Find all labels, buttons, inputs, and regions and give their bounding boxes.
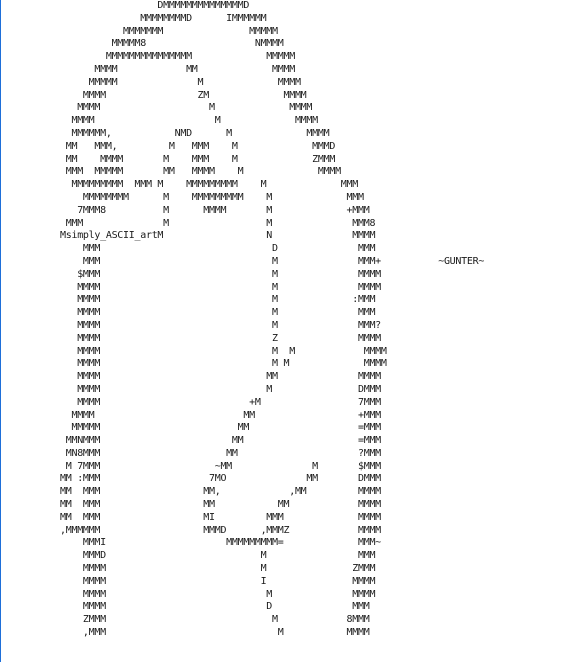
ascii-art-line: MMMD M MMM	[60, 550, 376, 562]
ascii-art-line: MMMM M ZMMM	[60, 563, 376, 575]
ascii-art-line: MMNMMM MM =MMM	[60, 435, 381, 447]
ascii-art-line: MMM D MMM	[60, 243, 376, 255]
ascii-art-line: MMMM M :MMM	[60, 294, 376, 306]
ascii-art-line: MMMM Z MMMM	[60, 332, 381, 344]
ascii-art-line: MMMMMMMMMMMMMMM MMMMM	[60, 51, 295, 63]
ascii-art-line: MMMMMM, NMD M MMMM	[60, 127, 330, 139]
ascii-art-line: MMMM M MMMM	[60, 102, 313, 114]
ascii-art-line: MMMM M MMMM	[60, 115, 318, 127]
ascii-art: DMMMMMMMMMMMMMMD MMMMMMMMD IMMMMMM MMMMM…	[60, 0, 484, 640]
ascii-art-line: MMMMM8 NMMMM	[60, 38, 284, 50]
ascii-art-line: MMMM M MMMM	[60, 281, 381, 293]
ascii-art-line: MN8MMM MM ?MMM	[60, 447, 381, 459]
ascii-art-line: $MMM M MMMM	[60, 268, 381, 280]
ascii-art-line: MMMM M DMMM	[60, 383, 381, 395]
ascii-art-line: MM :MMM 7MO MM DMMM	[60, 473, 381, 485]
ascii-art-line: MM MMM MM MM MMMM	[60, 499, 381, 511]
ascii-art-line: MMMM MM MMMM	[60, 63, 295, 75]
ascii-art-line: MMM MMMMM MM MMMM M MMMM	[60, 166, 341, 178]
ascii-art-line: ,MMMMMM MMMD ,MMMZ MMMM	[60, 524, 381, 536]
ascii-art-line: MMMM MM MMMM	[60, 371, 381, 383]
ascii-art-line: MMMI MMMMMMMMM= MMM~	[60, 537, 381, 549]
ascii-art-line: MMMMMMMMD IMMMMMM	[60, 12, 267, 24]
ascii-art-line: MM MMM MI MMM MMMM	[60, 511, 381, 523]
ascii-art-line: MMM M M MMM8	[60, 217, 376, 229]
ascii-art-line: M 7MMM ~MM M $MMM	[60, 460, 381, 472]
ascii-art-line: ,MMM M MMMM	[60, 627, 370, 639]
ascii-art-line: Msimply_ASCII_artM N MMMM	[60, 230, 376, 242]
ascii-art-line: MMMM ZM MMMM	[60, 89, 307, 101]
ascii-art-line: MMMM I MMMM	[60, 575, 376, 587]
ascii-art-line: 7MMM8 M MMMM M +MMM	[60, 204, 370, 216]
ascii-art-line: MMMM D MMM	[60, 601, 370, 613]
ascii-art-line: MM MMM MM, ,MM MMMM	[60, 486, 381, 498]
ascii-art-line: MMMM M M MMMM	[60, 345, 387, 357]
ascii-art-line: MMMMM M MMMM	[60, 76, 301, 88]
ascii-art-line: MM MMM, M MMM M MMMD	[60, 140, 336, 152]
ascii-art-line: MMMM +M 7MMM	[60, 396, 381, 408]
ascii-art-line: MMMM M M MMMM	[60, 358, 387, 370]
ascii-art-line: MMMM MM +MMM	[60, 409, 381, 421]
ascii-art-line: MMMMMMMM M MMMMMMMMM M MMM	[60, 191, 364, 203]
ascii-art-line: ZMMM M 8MMM	[60, 614, 370, 626]
ascii-art-line: MMMM M MMMM	[60, 588, 376, 600]
ascii-art-line: MMMMMMMMM MMM M MMMMMMMMM M MMM	[60, 179, 358, 191]
ascii-art-line: MM MMMM M MMM M ZMMM	[60, 153, 336, 165]
ascii-art-line: MMMM M MMM	[60, 307, 376, 319]
ascii-art-line: MMMM M MMM?	[60, 319, 381, 331]
ascii-art-line: MMMMMMM MMMMM	[60, 25, 278, 37]
ascii-art-line: DMMMMMMMMMMMMMMD	[60, 0, 250, 11]
ascii-art-line: MMM M MMM+ ~GUNTER~	[60, 255, 485, 267]
ascii-art-line: MMMMM MM =MMM	[60, 422, 381, 434]
